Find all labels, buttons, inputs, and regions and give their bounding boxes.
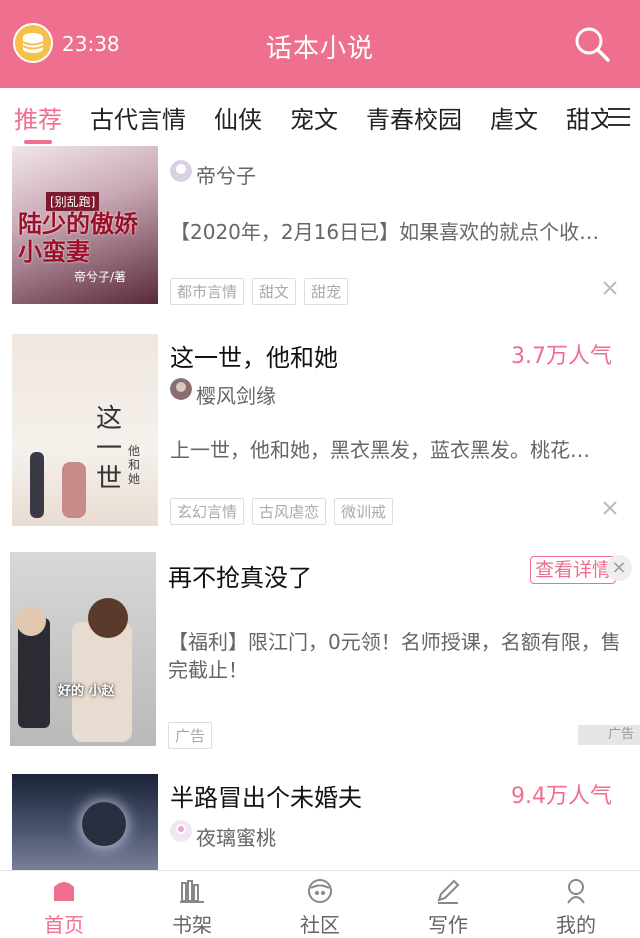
tab-recommend[interactable]: 推荐 [14,100,62,135]
nav-label: 我的 [556,913,596,937]
tag[interactable]: 都市言情 [170,278,245,305]
ad-image[interactable]: 好的 小赵 [10,552,156,746]
tab-overflow: 甜文 [564,88,608,146]
book-card[interactable]: 半路冒出个未婚夫 9.4万人气 夜璃蜜桃 [0,760,640,870]
tag-list: 都市言情 甜文 甜宠 [170,278,349,305]
tab-xianxia[interactable]: 仙侠 [214,100,262,135]
nav-label: 首页 [44,913,84,937]
tag[interactable]: 古风虐恋 [252,498,327,525]
popularity-count: 9.4万人气 [511,784,612,809]
cover-figure [62,462,86,518]
tab-pampered[interactable]: 宠文 [290,100,338,135]
nav-label: 社区 [300,913,340,937]
popularity-count: 3.7万人气 [511,344,612,369]
ad-close-icon[interactable]: × [606,555,632,581]
view-details-button[interactable]: 查看详情 [530,556,616,584]
cover-subtitle: 他和她 [128,444,141,486]
tag[interactable]: 微训戒 [334,498,394,525]
author-avatar [170,820,192,842]
close-icon[interactable] [602,500,618,516]
tab-ancient-romance[interactable]: 古代言情 [90,100,186,135]
author-avatar [170,378,192,400]
nav-community[interactable]: 社区 [256,871,384,938]
ad-caption: 好的 小赵 [58,684,115,699]
nav-bookshelf[interactable]: 书架 [128,871,256,938]
app-screen: 23:38 话本小说 推荐 古代言情 仙侠 宠文 青春校园 虐文 甜文 [别乱跑… [0,0,640,938]
author-name: 夜璃蜜桃 [196,826,276,850]
close-icon[interactable] [602,280,618,296]
home-icon [54,882,74,901]
cover-author: 帝兮子/著 [74,270,127,284]
ad-mark: 广告 [578,725,640,745]
cover-figure [30,452,44,518]
nav-label: 写作 [428,913,468,937]
bottom-nav: 首页 书架 社区 写作 我的 [0,870,640,938]
tab-sweet[interactable]: 甜文 [566,100,608,135]
book-cover[interactable] [12,774,158,870]
author-name: 樱风剑缘 [196,384,276,408]
profile-icon [567,879,585,904]
cover-figure [82,802,126,846]
book-description: 【2020年，2月16日已】如果喜欢的就点个收藏… [170,220,616,244]
cover-title: 陆少的傲娇小蛮妻 [18,209,138,266]
ad-description: 【福利】限江门，0元领！名师授课，名额有限，售完截止！ [168,630,621,682]
bookshelf-icon [180,880,204,903]
author-avatar [170,160,192,182]
community-icon [308,879,332,903]
top-bar: 23:38 话本小说 [0,0,640,88]
ad-figure-head [16,606,46,636]
tag[interactable]: 玄幻言情 [170,498,245,525]
tag[interactable]: 甜宠 [304,278,349,305]
nav-home[interactable]: 首页 [0,871,128,938]
tag[interactable]: 甜文 [252,278,297,305]
book-card[interactable]: 这一世 他和她 这一世，他和她 3.7万人气 樱风剑缘 上一世，他和她，黑衣黑发… [0,320,640,541]
active-tab-indicator [24,140,52,144]
nav-write[interactable]: 写作 [384,871,512,938]
book-title[interactable]: 半路冒出个未婚夫 [170,778,362,813]
nav-label: 书架 [172,913,212,937]
category-tabs: 推荐 古代言情 仙侠 宠文 青春校园 虐文 甜文 [0,88,640,147]
book-description: 上一世，他和她，黑衣黑发，蓝衣黑发。桃花… [170,438,590,462]
pencil-icon [437,879,460,904]
ad-title[interactable]: 再不抢真没了 [168,558,312,593]
book-cover[interactable]: [别乱跑] 陆少的傲娇小蛮妻 帝兮子/著 [12,146,158,304]
tag-list: 广告 [168,722,213,749]
nav-profile[interactable]: 我的 [512,871,640,938]
menu-icon[interactable] [606,104,632,130]
tab-campus[interactable]: 青春校园 [366,100,462,135]
tab-angst[interactable]: 虐文 [490,100,538,135]
book-cover[interactable]: 这一世 他和她 [12,334,158,526]
book-card[interactable]: [别乱跑] 陆少的傲娇小蛮妻 帝兮子/著 帝兮子 【2020年，2月16日已】如… [0,146,640,321]
ad-tag: 广告 [168,722,213,749]
app-title: 话本小说 [265,34,374,64]
author-name: 帝兮子 [196,164,256,188]
search-icon[interactable] [572,24,612,64]
ad-figure-head [88,598,128,638]
cover-title: 这一世 [96,404,123,494]
tag-list: 玄幻言情 古风虐恋 微训戒 [170,498,394,525]
book-title[interactable]: 这一世，他和她 [170,338,338,373]
